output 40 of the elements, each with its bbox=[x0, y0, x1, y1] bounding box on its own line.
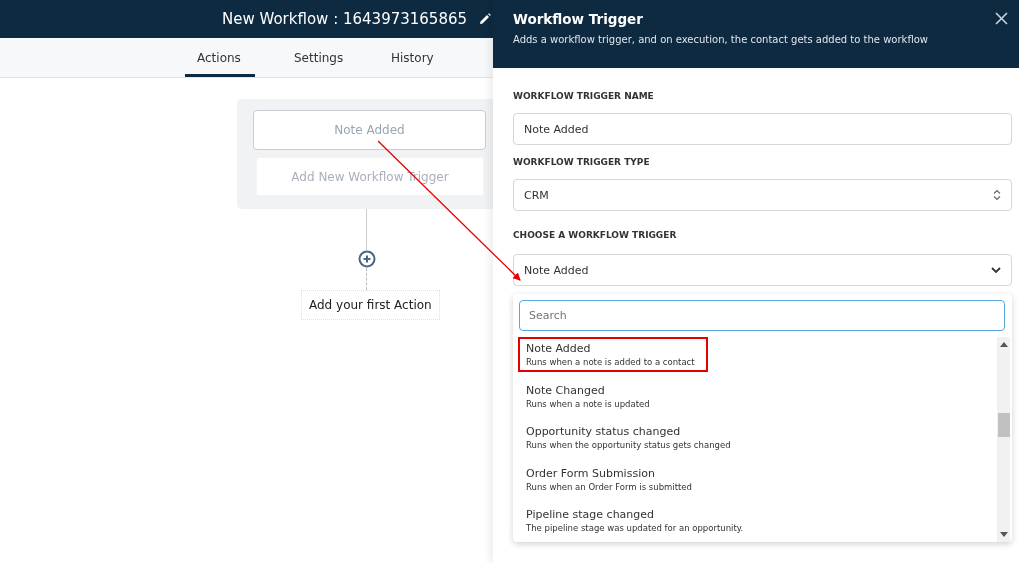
add-icon[interactable] bbox=[358, 250, 376, 268]
tab[interactable]: Actions bbox=[185, 38, 255, 77]
name-field[interactable]: Note Added bbox=[513, 113, 1012, 145]
option-title: Note Changed bbox=[526, 383, 606, 397]
field-label: WORKFLOW TRIGGER NAME bbox=[513, 91, 655, 101]
panel-title: Workflow Trigger bbox=[513, 11, 644, 27]
option-description: Runs when a note is updated bbox=[526, 398, 650, 409]
trigger-option[interactable]: Note Added Runs when a note is added to a contact bbox=[519, 337, 997, 379]
close-icon[interactable] bbox=[995, 12, 1008, 25]
option-title: Order Form Submission bbox=[526, 466, 656, 480]
edit-icon[interactable] bbox=[479, 13, 492, 25]
chevron-icon bbox=[991, 266, 1001, 274]
scrollbar-thumb[interactable] bbox=[997, 412, 1010, 437]
trigger-option[interactable]: Order Form Submission Runs when an Order Form is submitted bbox=[519, 461, 997, 503]
field-label: WORKFLOW TRIGGER TYPE bbox=[513, 157, 651, 167]
option-description: Runs when a note is added to a contact bbox=[526, 357, 695, 367]
trigger-option[interactable]: Opportunity status changed Runs when the opportunity status gets changed bbox=[519, 420, 997, 462]
field-label: CHOOSE A WORKFLOW TRIGGER bbox=[513, 230, 678, 240]
scrollbar[interactable] bbox=[997, 337, 1010, 542]
option-description: The pipeline stage was updated for an opportunity. bbox=[526, 523, 744, 533]
scroll-up-icon[interactable] bbox=[999, 341, 1008, 347]
search-field[interactable]: Search bbox=[519, 300, 1005, 331]
option-description: Runs when an Order Form is submitted bbox=[526, 481, 692, 492]
workflow-title: New Workflow : 1643973165865 bbox=[222, 10, 468, 28]
trigger-option[interactable]: Note Changed Runs when a note is updated bbox=[519, 378, 997, 420]
option-title: Pipeline stage changed bbox=[526, 508, 656, 521]
select-value: Note Added bbox=[524, 263, 589, 277]
scroll-down-icon[interactable] bbox=[999, 532, 1008, 538]
add-action-button[interactable]: Add your first Action bbox=[301, 290, 440, 320]
tab[interactable]: Settings bbox=[282, 38, 352, 77]
option-title: Opportunity status changed bbox=[526, 425, 682, 438]
panel-subtitle: Adds a workflow trigger, and on execution, the contact gets added to the workflow bbox=[513, 34, 929, 45]
select-value: CRM bbox=[524, 188, 549, 202]
option-title: Note Added bbox=[526, 342, 592, 355]
type-select[interactable]: CRM bbox=[513, 179, 1012, 211]
trigger-option[interactable]: Pipeline stage changed The pipeline stage was updated for an opportunity. bbox=[519, 503, 997, 545]
sort-icon bbox=[993, 189, 1001, 201]
trigger-dropdown[interactable]: Note Added bbox=[513, 254, 1012, 286]
tab[interactable]: History bbox=[379, 38, 449, 77]
option-description: Runs when the opportunity status gets changed bbox=[526, 440, 731, 450]
